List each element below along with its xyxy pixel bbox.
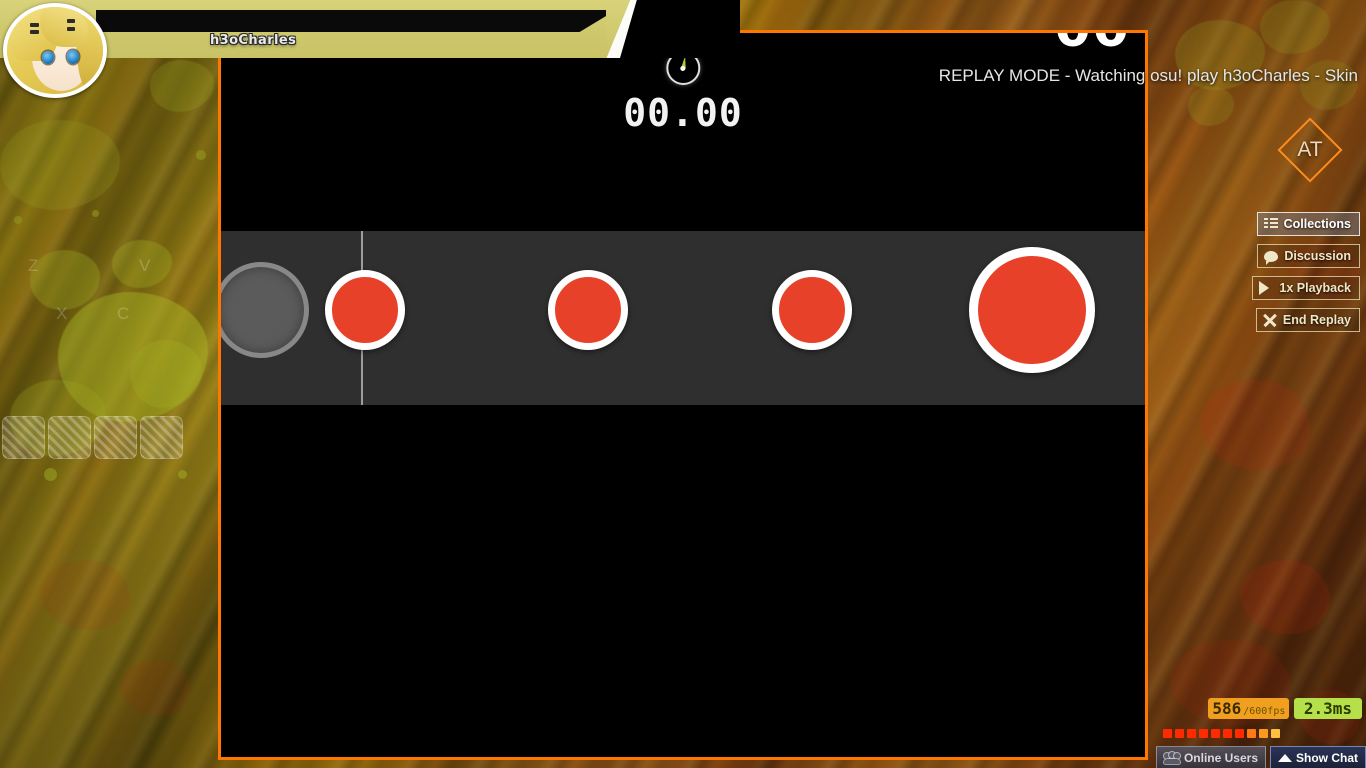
close-icon [1263,313,1277,327]
taiko-note-don [772,270,852,350]
taiko-note-don [548,270,628,350]
key-box-v [140,416,183,459]
users-icon [1163,751,1180,764]
replay-mode-banner: REPLAY MODE - Watching osu! play h3oChar… [938,66,1358,85]
replay-controls: Collections Discussion 1x Playback End R… [1252,212,1360,332]
timer-text: 00.00 [623,91,743,135]
avatar-hairclip [30,30,39,35]
avatar-hairclip [66,19,76,24]
led [1175,729,1184,738]
end-replay-label: End Replay [1282,313,1351,327]
key-press-led-strip [1163,729,1280,738]
led [1163,729,1172,738]
led [1211,729,1220,738]
progress-hub [680,65,686,71]
avatar[interactable] [3,3,107,98]
discussion-button[interactable]: Discussion [1257,244,1360,268]
chat-icon [1264,251,1279,265]
playfield: 00 00.00 [218,30,1148,760]
led [1259,729,1268,738]
header-black-wedge [620,0,740,58]
key-indicator-boxes [2,416,183,459]
key-letter-c: C [117,304,130,323]
player-username: h3oCharles [210,33,297,48]
key-box-z [2,416,45,459]
key-letter-v: V [139,256,151,275]
key-letter-x: X [56,304,68,323]
playback-speed-button[interactable]: 1x Playback [1252,276,1360,300]
online-users-button[interactable]: Online Users [1155,746,1266,768]
mod-label: AT [1297,138,1323,161]
key-letter-z: Z [28,256,39,275]
avatar-hairclip [30,22,39,27]
bottom-bar: Online Users Show Chat [1155,746,1366,768]
led [1223,729,1232,738]
led [1199,729,1208,738]
collections-button-label: Collections [1283,217,1351,231]
play-icon [1259,281,1273,295]
key-box-c [94,416,137,459]
discussion-button-label: Discussion [1284,249,1351,263]
fps-value: 586 [1212,699,1242,718]
mod-icon-autoplay: AT [1277,117,1343,183]
end-replay-button[interactable]: End Replay [1255,308,1360,332]
led [1247,729,1256,738]
collections-button[interactable]: Collections [1256,212,1360,236]
led [1235,729,1244,738]
fps-counter[interactable]: 586 /600fps 2.3ms [1208,696,1362,719]
avatar-hairclip [66,27,76,31]
show-chat-label: Show Chat [1296,750,1358,765]
chevron-up-icon [1278,753,1292,762]
game-screen: Z X C V h3oCharles 00.00 REPLAY MODE - W… [0,0,1366,768]
online-users-label: Online Users [1183,750,1258,765]
song-progress: 00.00 [623,51,742,135]
frame-time-value: 2.3ms [1293,698,1362,719]
taiko-note-don-big [969,247,1095,373]
player-header: h3oCharles [0,0,1366,58]
list-icon [1263,217,1278,231]
show-chat-button[interactable]: Show Chat [1270,746,1366,768]
taiko-note-don [325,270,405,350]
key-box-x [48,416,91,459]
led [1187,729,1196,738]
hit-target-circle [221,262,309,358]
playback-speed-label: 1x Playback [1279,281,1351,295]
led [1271,729,1280,738]
header-score-bar [96,10,616,32]
fps-row: 586 /600fps [1208,698,1290,719]
fps-max-label: /600fps [1243,706,1286,717]
avatar-eye-right [66,49,79,64]
taiko-lane [221,231,1145,405]
